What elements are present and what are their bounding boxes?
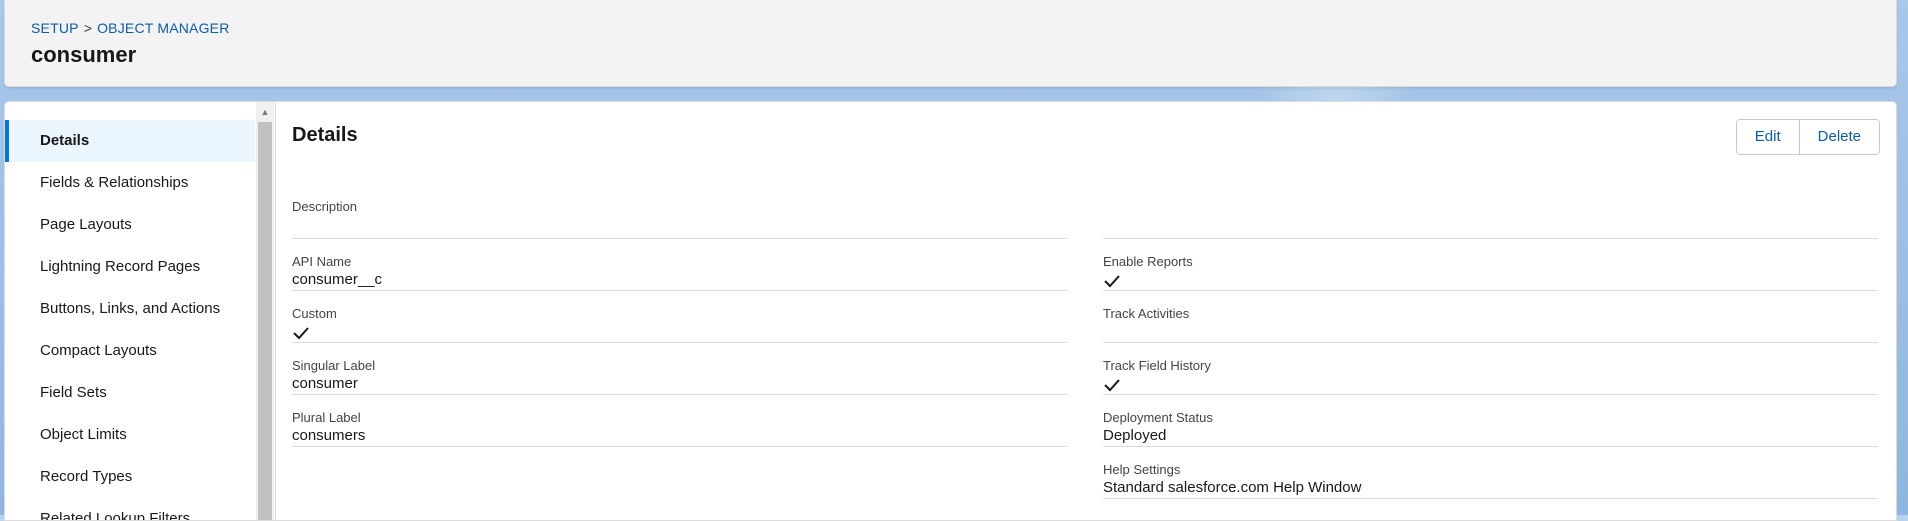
breadcrumb-setup[interactable]: SETUP [31, 20, 79, 36]
field-deployment-status: Deployment Status Deployed [1103, 410, 1878, 447]
page-title: consumer [31, 42, 137, 67]
sidebar-item-buttons-links-actions[interactable]: Buttons, Links, and Actions [5, 288, 255, 330]
details-content: Details Edit Delete Description API Name… [276, 102, 1896, 520]
action-button-group: Edit Delete [1735, 119, 1880, 155]
field-label: Track Field History [1103, 358, 1211, 373]
main-panel: Details Fields & Relationships Page Layo… [4, 101, 1897, 521]
sidebar-item-lightning-record-pages[interactable]: Lightning Record Pages [5, 246, 255, 288]
edit-button[interactable]: Edit [1736, 120, 1799, 154]
field-label: Help Settings [1103, 462, 1181, 477]
field-value: consumers [292, 427, 366, 444]
field-track-activities: Track Activities [1103, 306, 1878, 343]
field-label: Singular Label [292, 358, 376, 373]
field-value: consumer__c [292, 271, 383, 288]
field-label: Enable Reports [1103, 254, 1193, 269]
sidebar-item-compact-layouts[interactable]: Compact Layouts [5, 330, 255, 372]
sidebar: Details Fields & Relationships Page Layo… [5, 102, 276, 520]
delete-button[interactable]: Delete [1798, 120, 1879, 154]
field-value: Standard salesforce.com Help Window [1103, 479, 1362, 496]
sidebar-item-field-sets[interactable]: Field Sets [5, 372, 255, 414]
scroll-up-icon[interactable]: ▲ [256, 106, 274, 118]
field-label: Track Activities [1103, 306, 1190, 321]
field-label: Plural Label [292, 410, 361, 425]
field-api-name: API Name consumer__c [292, 254, 1067, 291]
sidebar-item-fields-relationships[interactable]: Fields & Relationships [5, 162, 255, 204]
checkmark-icon [293, 327, 309, 340]
breadcrumb-separator: > [83, 20, 93, 36]
page-header: SETUP > OBJECT MANAGER consumer [4, 0, 1897, 87]
checkmark-icon [1104, 379, 1120, 392]
field-singular-label: Singular Label consumer [292, 358, 1067, 395]
field-label: Description [292, 199, 358, 214]
breadcrumb-object-manager[interactable]: OBJECT MANAGER [97, 20, 229, 36]
details-title: Details [292, 124, 358, 146]
field-custom: Custom [292, 306, 1067, 343]
sidebar-item-page-layouts[interactable]: Page Layouts [5, 204, 255, 246]
sidebar-item-object-limits[interactable]: Object Limits [5, 414, 255, 456]
field-plural-label: Plural Label consumers [292, 410, 1067, 447]
field-value: consumer [292, 375, 358, 392]
sidebar-scrollbar[interactable]: ▲ [256, 102, 274, 520]
scrollbar-thumb[interactable] [258, 122, 272, 520]
checkmark-icon [1104, 275, 1120, 288]
field-description-right-blank [1103, 199, 1878, 239]
sidebar-item-details[interactable]: Details [5, 120, 255, 162]
sidebar-nav: Details Fields & Relationships Page Layo… [5, 120, 255, 520]
field-description: Description [292, 199, 1067, 239]
field-enable-reports: Enable Reports [1103, 254, 1878, 291]
field-label: Custom [292, 306, 337, 321]
field-help-settings: Help Settings Standard salesforce.com He… [1103, 462, 1878, 499]
field-value: Deployed [1103, 427, 1167, 444]
sidebar-item-record-types[interactable]: Record Types [5, 456, 255, 498]
field-label: Deployment Status [1103, 410, 1213, 425]
sidebar-item-related-lookup-filters[interactable]: Related Lookup Filters [5, 498, 255, 520]
breadcrumb: SETUP > OBJECT MANAGER [31, 20, 230, 36]
field-label: API Name [292, 254, 352, 269]
field-track-field-history: Track Field History [1103, 358, 1878, 395]
